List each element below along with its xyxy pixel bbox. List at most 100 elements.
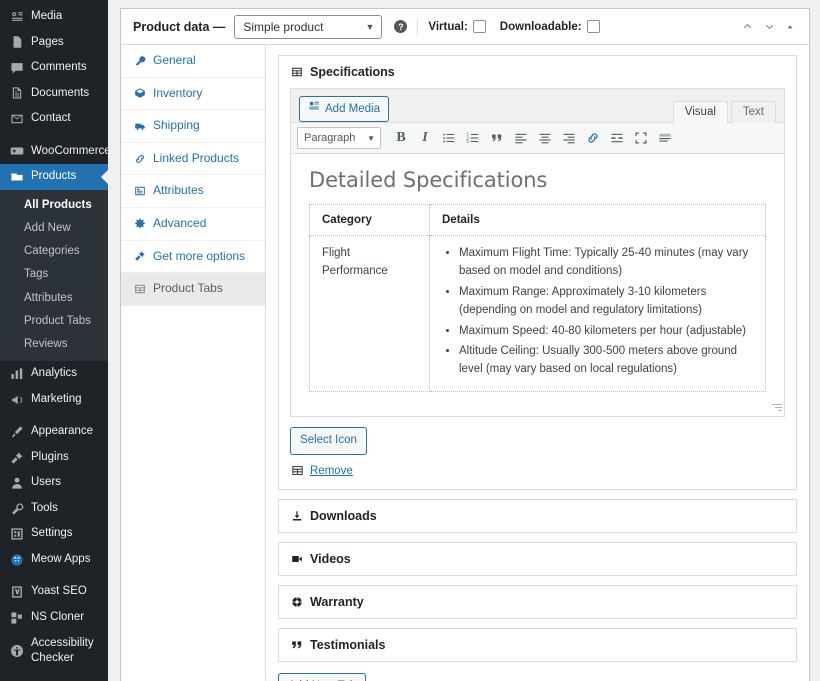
sidebar-item-label: Tools	[31, 501, 58, 517]
tab-item-title: Specifications	[310, 65, 395, 79]
list-item: Maximum Range: Approximately 3-10 kilome…	[459, 284, 753, 320]
tab-shipping[interactable]: Shipping	[121, 110, 265, 142]
sidebar-item-tools[interactable]: Tools	[0, 496, 108, 522]
editor-mode-tabs: Visual Text	[670, 100, 776, 122]
svg-text:3: 3	[466, 139, 469, 144]
tab-product-tabs[interactable]: Product Tabs	[121, 273, 265, 305]
editor-tab-visual[interactable]: Visual	[673, 101, 728, 123]
move-down-icon[interactable]	[763, 20, 776, 33]
help-icon[interactable]: ?	[394, 20, 407, 33]
marketing-icon	[9, 392, 24, 407]
editor-resize-handle[interactable]	[770, 402, 782, 414]
sidebar-item-ns-cloner[interactable]: NS Cloner	[0, 605, 108, 631]
sidebar-item-label: Media	[31, 9, 62, 25]
plugins-icon	[9, 450, 24, 465]
virtual-label: Virtual:	[428, 21, 467, 33]
sidebar-item-pages[interactable]: Pages	[0, 30, 108, 56]
align-left-button[interactable]	[509, 127, 533, 149]
tab-linked-products[interactable]: Linked Products	[121, 143, 265, 175]
align-center-button[interactable]	[533, 127, 557, 149]
tab-item-title: Testimonials	[310, 638, 385, 652]
move-up-icon[interactable]	[741, 20, 754, 33]
sidebar-item-appearance[interactable]: Appearance	[0, 419, 108, 445]
attributes-icon	[133, 185, 146, 198]
column-header-details: Details	[430, 205, 766, 236]
cell-details: Maximum Flight Time: Typically 25-40 min…	[430, 236, 766, 392]
sidebar-item-woocommerce[interactable]: WooCommerce	[0, 139, 108, 165]
sidebar-item-label: Meow Apps	[31, 552, 90, 568]
editor-tab-text[interactable]: Text	[731, 101, 776, 123]
sidebar-item-documents[interactable]: Documents	[0, 81, 108, 107]
table-row: Flight Performance Maximum Flight Time: …	[310, 236, 766, 392]
tab-item-specifications: Specifications Add Media	[278, 55, 797, 490]
sidebar-item-users[interactable]: Users	[0, 470, 108, 496]
sidebar-item-label: Plugins	[31, 450, 69, 466]
tab-label: Linked Products	[153, 151, 239, 167]
editor-content-area[interactable]: Detailed Specifications Category Details	[291, 154, 784, 416]
bold-button[interactable]: B	[389, 127, 413, 149]
tab-general[interactable]: General	[121, 45, 265, 77]
sidebar-item-media[interactable]: Media	[0, 4, 108, 30]
sidebar-item-comments[interactable]: Comments	[0, 55, 108, 81]
tab-inventory[interactable]: Inventory	[121, 78, 265, 110]
tab-item-downloads: Downloads	[278, 499, 797, 533]
sidebar-item-label: Marketing	[31, 392, 82, 408]
sidebar-item-label: Comments	[31, 60, 87, 76]
add-media-button[interactable]: Add Media	[299, 96, 389, 122]
tab-label: Advanced	[153, 216, 206, 232]
submenu-item-all-products[interactable]: All Products	[0, 194, 108, 217]
product-data-tabs: General Inventory Shipping	[121, 45, 266, 681]
tab-item-header-downloads[interactable]: Downloads	[279, 500, 796, 532]
sidebar-item-accessibility-checker[interactable]: Accessibility Checker	[0, 631, 108, 672]
contact-icon	[9, 111, 24, 126]
format-select[interactable]: Paragraph ▼	[297, 127, 381, 149]
sidebar-item-plugins[interactable]: Plugins	[0, 445, 108, 471]
sidebar-item-label: Documents	[31, 86, 89, 102]
main-content: Product data — Simple product ▼ ? Virtua…	[108, 0, 820, 681]
tab-label: Product Tabs	[153, 281, 223, 297]
tab-attributes[interactable]: Attributes	[121, 175, 265, 207]
product-type-select[interactable]: Simple product ▼	[234, 15, 382, 39]
sidebar-item-yoast-seo[interactable]: Yoast SEO	[0, 579, 108, 605]
tab-item-header-testimonials[interactable]: Testimonials	[279, 629, 796, 661]
sidebar-item-meow-apps[interactable]: Meow Apps	[0, 547, 108, 573]
blockquote-button[interactable]	[485, 127, 509, 149]
submenu-item-attributes[interactable]: Attributes	[0, 287, 108, 310]
italic-button[interactable]: I	[413, 127, 437, 149]
numbered-list-button[interactable]: 123	[461, 127, 485, 149]
align-right-button[interactable]	[557, 127, 581, 149]
sidebar-item-settings[interactable]: Settings	[0, 521, 108, 547]
submenu-item-categories[interactable]: Categories	[0, 240, 108, 263]
tools-icon	[9, 501, 24, 516]
sidebar-item-products[interactable]: Products	[0, 164, 108, 190]
toolbar-toggle-button[interactable]	[653, 127, 677, 149]
wrench-icon	[133, 54, 146, 67]
virtual-field: Virtual:	[428, 20, 485, 33]
quote-icon	[290, 638, 303, 651]
tab-item-header-specifications[interactable]: Specifications	[279, 56, 796, 88]
submenu-item-tags[interactable]: Tags	[0, 263, 108, 286]
select-icon-button[interactable]: Select Icon	[290, 427, 367, 455]
toggle-panel-icon[interactable]	[785, 22, 795, 32]
tab-advanced[interactable]: Advanced	[121, 208, 265, 240]
tab-item-header-warranty[interactable]: Warranty	[279, 586, 796, 618]
users-icon	[9, 476, 24, 491]
tab-item-header-videos[interactable]: Videos	[279, 543, 796, 575]
tab-get-more-options[interactable]: Get more options	[121, 241, 265, 273]
fullscreen-button[interactable]	[629, 127, 653, 149]
submenu-item-reviews[interactable]: Reviews	[0, 333, 108, 356]
remove-link[interactable]: Remove	[310, 465, 353, 477]
virtual-checkbox[interactable]	[473, 20, 486, 33]
sidebar-item-contact[interactable]: Contact	[0, 106, 108, 132]
downloadable-checkbox[interactable]	[587, 20, 600, 33]
submenu-item-product-tabs[interactable]: Product Tabs	[0, 310, 108, 333]
list-item: Altitude Ceiling: Usually 300-500 meters…	[459, 343, 753, 379]
submenu-item-add-new[interactable]: Add New	[0, 217, 108, 240]
bulleted-list-button[interactable]	[437, 127, 461, 149]
sidebar-item-analytics[interactable]: Analytics	[0, 361, 108, 387]
insert-link-button[interactable]	[581, 127, 605, 149]
sidebar-item-marketing[interactable]: Marketing	[0, 387, 108, 413]
add-new-tab-button[interactable]: Add New Tab	[278, 673, 366, 681]
format-value: Paragraph	[304, 132, 355, 144]
insert-more-button[interactable]	[605, 127, 629, 149]
